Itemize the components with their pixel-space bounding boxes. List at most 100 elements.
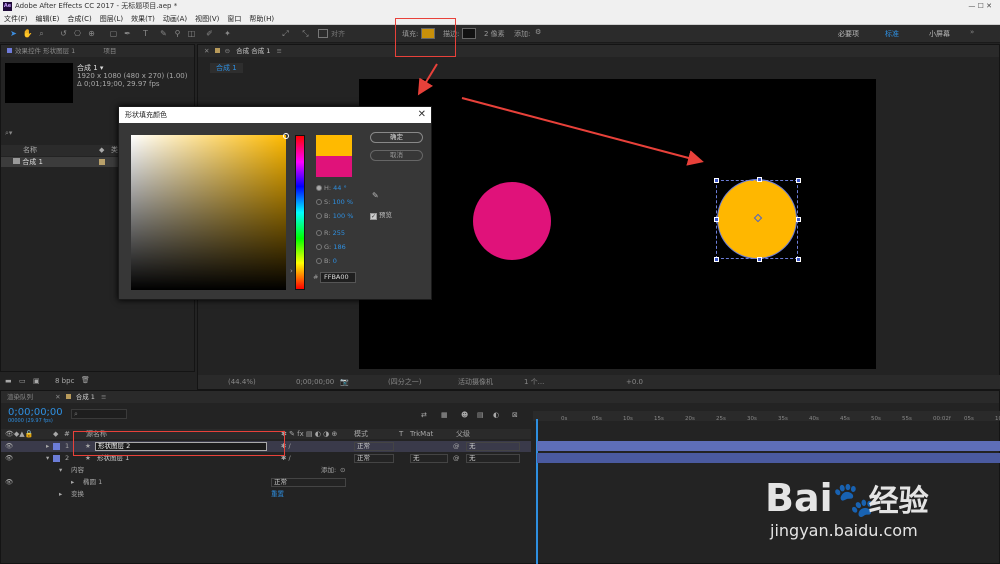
- field-r[interactable]: R: 255: [316, 229, 345, 237]
- h-radio[interactable]: [316, 185, 322, 191]
- field-s[interactable]: S: 100 %: [316, 198, 353, 206]
- stroke-width[interactable]: 2 像素: [484, 29, 505, 39]
- brush-tool-icon[interactable]: ✎: [158, 28, 169, 39]
- roto-brush-tool-icon[interactable]: ✐: [204, 28, 215, 39]
- transform-handle[interactable]: [796, 178, 801, 183]
- layer-mode-select[interactable]: 正常: [354, 454, 394, 463]
- layer-parent-select[interactable]: 无: [466, 454, 520, 463]
- workspace-small-screen[interactable]: 小屏幕: [929, 29, 950, 39]
- color-picker-cursor[interactable]: [283, 133, 289, 139]
- visibility-eye-icon[interactable]: 👁: [5, 453, 13, 464]
- tab-effect-controls[interactable]: 效果控件 形状图层 1: [15, 47, 75, 55]
- reset-link[interactable]: 重置: [271, 489, 284, 500]
- tab-composition[interactable]: 合成 合成 1: [236, 47, 270, 55]
- col-t[interactable]: T: [399, 429, 403, 439]
- lock-icon[interactable]: ⊖: [225, 47, 230, 55]
- breadcrumb[interactable]: 合成 1: [210, 63, 243, 73]
- layer-mode-select[interactable]: 正常: [354, 442, 394, 451]
- menu-composition[interactable]: 合成(C): [67, 15, 91, 23]
- twirl-arrow-icon[interactable]: ▸: [46, 441, 49, 452]
- zoom-level[interactable]: (44.4%): [228, 375, 256, 389]
- local-axis-icon[interactable]: ⤢: [280, 28, 291, 39]
- draft-3d-icon[interactable]: ▦: [441, 411, 448, 419]
- layer-duration-bar[interactable]: [537, 453, 1000, 463]
- tab-render-queue[interactable]: 渲染队列: [7, 393, 33, 401]
- new-comp-icon[interactable]: ▣: [33, 377, 40, 385]
- zoom-tool-icon[interactable]: ⌕: [36, 28, 47, 39]
- ok-button[interactable]: 确定: [370, 132, 423, 143]
- tab-menu-icon[interactable]: ≡: [277, 47, 282, 55]
- original-color-swatch[interactable]: [316, 156, 352, 177]
- preview-option[interactable]: ✓ 预览: [370, 209, 392, 220]
- menu-window[interactable]: 窗口: [227, 15, 241, 23]
- parent-pickwhip-icon[interactable]: @: [453, 453, 460, 464]
- col-parent[interactable]: 父级: [456, 429, 470, 439]
- composition-canvas[interactable]: [359, 79, 876, 369]
- frame-blending-icon[interactable]: ▤: [477, 411, 484, 419]
- r-value[interactable]: 255: [333, 229, 345, 237]
- eyedropper-icon[interactable]: ✎: [372, 191, 379, 200]
- motion-blur-icon[interactable]: ◐: [493, 411, 499, 419]
- eraser-tool-icon[interactable]: ◫: [186, 28, 197, 39]
- saturation-brightness-field[interactable]: [131, 135, 286, 290]
- hex-input[interactable]: FFBA00: [320, 272, 356, 283]
- quality-select[interactable]: (四分之一): [388, 375, 421, 389]
- hue-slider[interactable]: [295, 135, 305, 290]
- hand-tool-icon[interactable]: ✋: [22, 28, 33, 39]
- timeline-timecode[interactable]: 0;00;00;00: [8, 407, 63, 418]
- parent-pickwhip-icon[interactable]: @: [453, 441, 460, 452]
- label-tag-icon[interactable]: ◆: [99, 145, 104, 156]
- pen-tool-icon[interactable]: ✒: [122, 28, 133, 39]
- trash-icon[interactable]: 🗑: [81, 376, 90, 384]
- close-tab-icon[interactable]: ✕: [55, 393, 60, 401]
- field-g[interactable]: G: 186: [316, 243, 346, 251]
- close-tab-icon[interactable]: ✕: [204, 47, 209, 55]
- preview-checkbox[interactable]: ✓: [370, 213, 377, 220]
- exposure-value[interactable]: +0.0: [626, 375, 643, 389]
- transform-handle[interactable]: [714, 178, 719, 183]
- twirl-arrow-icon[interactable]: ▾: [59, 465, 62, 476]
- b-radio[interactable]: [316, 213, 322, 219]
- layer-label-color[interactable]: [53, 443, 60, 450]
- transform-handle[interactable]: [714, 217, 719, 222]
- label-color-chip[interactable]: [99, 159, 105, 165]
- field-b[interactable]: B: 100 %: [316, 212, 353, 220]
- menu-help[interactable]: 帮助(H): [249, 15, 274, 23]
- views-select[interactable]: 1 个...: [524, 375, 544, 389]
- hide-shy-layers-icon[interactable]: ☻: [461, 411, 468, 419]
- menu-layer[interactable]: 图层(L): [100, 15, 123, 23]
- transform-property-row[interactable]: ▸ 变换 重置: [1, 489, 531, 500]
- field-blue[interactable]: B: 0: [316, 257, 337, 265]
- transform-handle[interactable]: [714, 257, 719, 262]
- graph-editor-icon[interactable]: ⊠: [512, 411, 518, 419]
- world-axis-icon[interactable]: ⤡: [300, 28, 311, 39]
- comp-mini-flowchart-icon[interactable]: ⇄: [421, 411, 427, 419]
- workspace-essentials[interactable]: 必要项: [838, 29, 859, 39]
- col-trkmat[interactable]: TrkMat: [410, 429, 433, 439]
- hue-slider-arrow-icon[interactable]: ›: [290, 267, 293, 275]
- r-radio[interactable]: [316, 230, 322, 236]
- s-value[interactable]: 100 %: [332, 198, 353, 206]
- interpret-footage-icon[interactable]: ▬: [5, 377, 12, 385]
- puppet-tool-icon[interactable]: ✦: [222, 28, 233, 39]
- h-value[interactable]: 44 °: [333, 184, 347, 192]
- layer-duration-bar[interactable]: [537, 441, 1000, 451]
- camera-select[interactable]: 活动摄像机: [458, 375, 493, 389]
- timeline-search-input[interactable]: ⌕: [71, 409, 127, 419]
- twirl-arrow-icon[interactable]: ▸: [71, 477, 74, 488]
- current-time[interactable]: 0;00;00;00: [296, 375, 334, 389]
- tab-project[interactable]: 项目: [103, 47, 116, 55]
- b-value[interactable]: 100 %: [333, 212, 354, 220]
- tab-timeline-comp[interactable]: 合成 1: [76, 393, 95, 401]
- g-value[interactable]: 186: [333, 243, 345, 251]
- twirl-arrow-icon[interactable]: ▸: [59, 489, 62, 500]
- align-checkbox[interactable]: [318, 29, 328, 38]
- shape-tool-icon[interactable]: ▢: [108, 28, 119, 39]
- transform-handle[interactable]: [796, 217, 801, 222]
- blue-value[interactable]: 0: [333, 257, 337, 265]
- visibility-eye-icon[interactable]: 👁: [5, 477, 13, 488]
- tab-menu-icon[interactable]: ≡: [101, 393, 106, 401]
- menu-animation[interactable]: 动画(A): [163, 15, 187, 23]
- menu-edit[interactable]: 编辑(E): [36, 15, 60, 23]
- transform-handle[interactable]: [757, 257, 762, 262]
